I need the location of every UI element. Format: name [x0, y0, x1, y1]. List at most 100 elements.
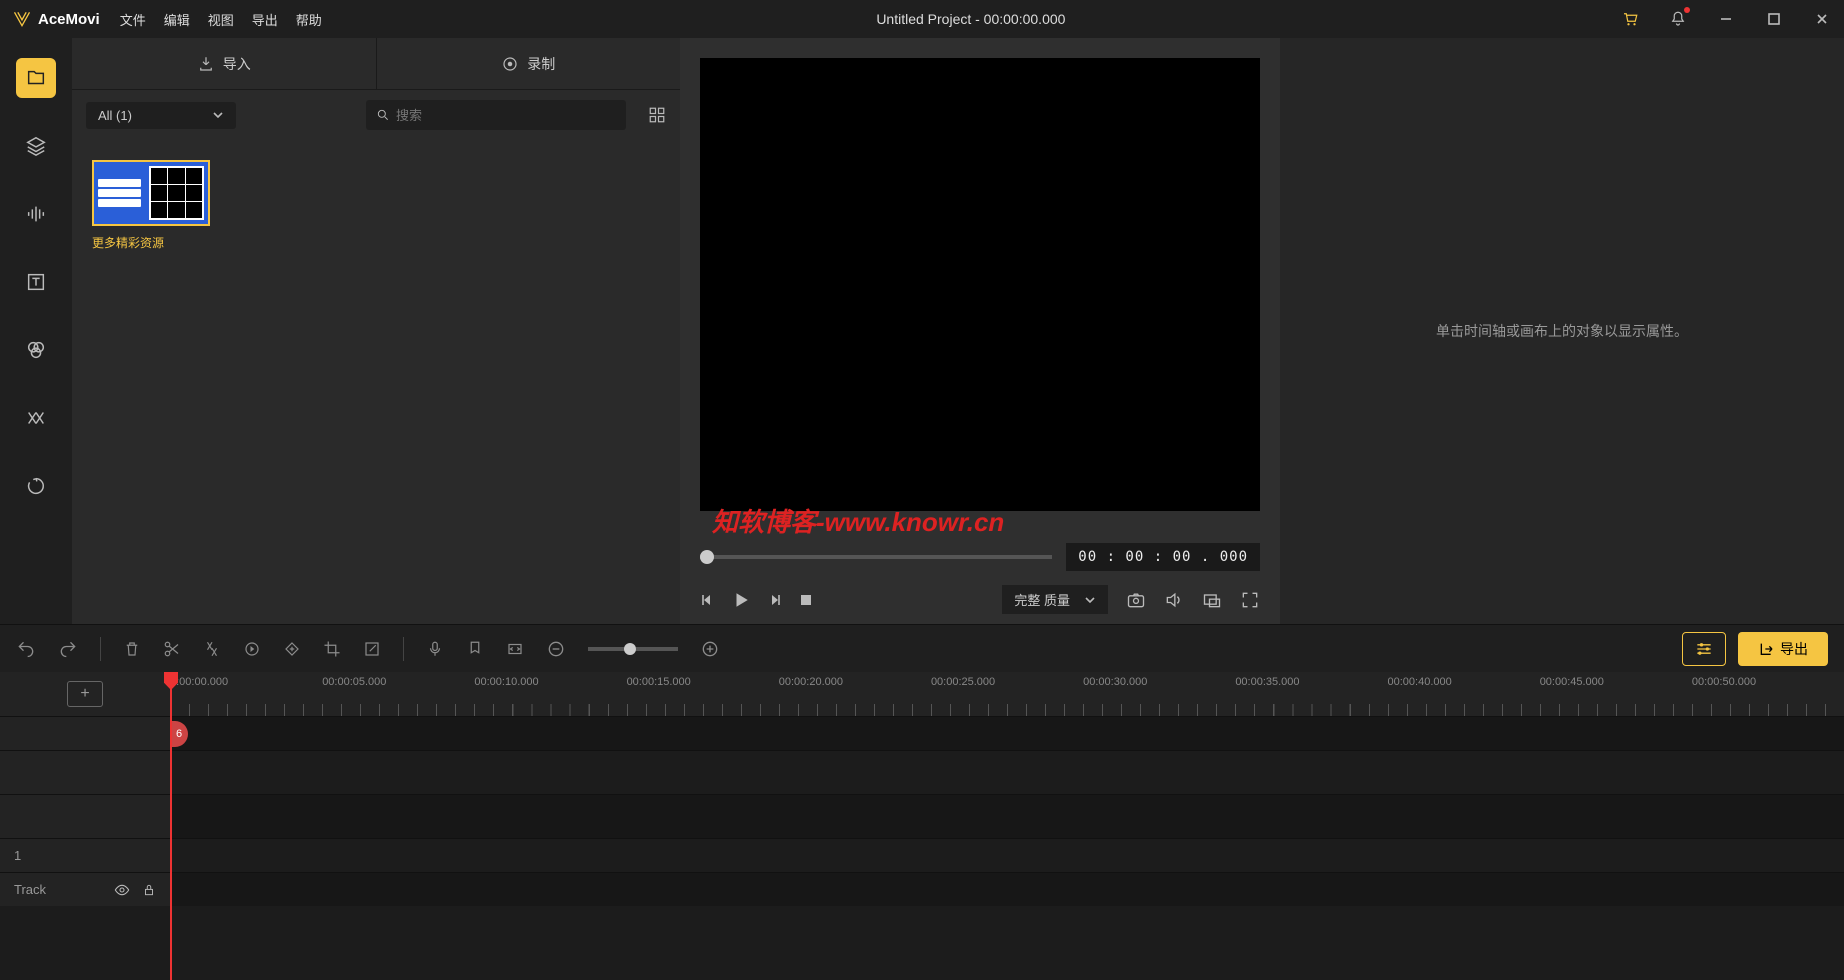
properties-hint: 单击时间轴或画布上的对象以显示属性。	[1406, 320, 1718, 342]
search-box[interactable]	[366, 100, 626, 130]
mic-button[interactable]	[426, 640, 444, 658]
cart-icon[interactable]	[1620, 9, 1640, 29]
volume-icon[interactable]	[1164, 590, 1184, 610]
quality-dropdown[interactable]: 完整 质量	[1002, 585, 1108, 614]
ruler-tick: 00:00:10.000	[474, 672, 626, 716]
quality-label: 完整 质量	[1014, 590, 1070, 609]
media-item[interactable]: 更多精彩资源	[92, 160, 210, 251]
track-row	[0, 794, 1844, 838]
tab-import-label: 导入	[223, 54, 251, 74]
track-label: Track	[14, 882, 46, 897]
ruler-tick: 00:00:20.000	[779, 672, 931, 716]
ruler-tick: 00:00:45.000	[1540, 672, 1692, 716]
menu-file[interactable]: 文件	[120, 10, 146, 29]
chevron-down-icon	[1084, 594, 1096, 606]
ruler-tick: 00:00:25.000	[931, 672, 1083, 716]
snapshot-icon[interactable]	[1126, 590, 1146, 610]
track-row: 1	[0, 838, 1844, 872]
split-button[interactable]	[163, 640, 181, 658]
ruler-tick: 00:00:30.000	[1083, 672, 1235, 716]
time-display: 00 : 00 : 00 . 000	[1066, 543, 1260, 571]
clip-stub[interactable]: 6	[170, 721, 188, 747]
ruler-tick: 00:00:40.000	[1388, 672, 1540, 716]
nav-layers[interactable]	[16, 126, 56, 166]
zoom-out-button[interactable]	[546, 639, 566, 659]
titlebar: AceMovi 文件 编辑 视图 导出 帮助 Untitled Project …	[0, 0, 1844, 38]
menu-view[interactable]: 视图	[208, 10, 234, 29]
export-label: 导出	[1780, 639, 1808, 659]
track-row: Track	[0, 872, 1844, 906]
seek-slider[interactable]	[700, 555, 1052, 559]
ruler-tick: 0:00:00.000	[170, 672, 322, 716]
stop-button[interactable]	[798, 592, 814, 608]
preview-screen[interactable]: 知软博客-www.knowr.cn	[700, 58, 1260, 511]
nav-transitions[interactable]	[16, 398, 56, 438]
marker-button[interactable]	[466, 640, 484, 658]
timeline-settings-button[interactable]	[1682, 632, 1726, 666]
nav-audio[interactable]	[16, 194, 56, 234]
prev-frame-button[interactable]	[700, 592, 716, 608]
nav-animations[interactable]	[16, 466, 56, 506]
ruler-tick: 00:00:15.000	[627, 672, 779, 716]
nav-filters[interactable]	[16, 330, 56, 370]
media-filter-dropdown[interactable]: All (1)	[86, 102, 236, 129]
edit-button[interactable]	[363, 640, 381, 658]
visibility-icon[interactable]	[114, 882, 130, 898]
ruler-tick: 00:00:50.000	[1692, 672, 1844, 716]
keyframe-button[interactable]	[283, 640, 301, 658]
export-button[interactable]: 导出	[1738, 632, 1828, 666]
search-icon	[376, 108, 390, 122]
search-input[interactable]	[396, 108, 616, 123]
nav-media[interactable]	[16, 58, 56, 98]
track-lane[interactable]	[170, 751, 1844, 794]
fit-button[interactable]	[506, 640, 524, 658]
media-filter-label: All (1)	[98, 108, 132, 123]
next-frame-button[interactable]	[766, 592, 782, 608]
timeline-ruler[interactable]: 0:00:00.000 00:00:05.000 00:00:10.000 00…	[170, 672, 1844, 716]
crop-button[interactable]	[323, 640, 341, 658]
menu-help[interactable]: 帮助	[296, 10, 322, 29]
app-logo: AceMovi	[12, 9, 100, 29]
speed-button[interactable]	[203, 640, 221, 658]
track-row: 6	[0, 716, 1844, 750]
undo-button[interactable]	[16, 639, 36, 659]
play-button[interactable]	[732, 591, 750, 609]
maximize-button[interactable]	[1764, 9, 1784, 29]
fullscreen-icon[interactable]	[1240, 590, 1260, 610]
track-lane[interactable]	[170, 873, 1844, 906]
detach-icon[interactable]	[1202, 590, 1222, 610]
zoom-slider[interactable]	[588, 647, 678, 651]
ruler-tick: 00:00:05.000	[322, 672, 474, 716]
nav-text[interactable]	[16, 262, 56, 302]
zoom-in-button[interactable]	[700, 639, 720, 659]
delete-button[interactable]	[123, 640, 141, 658]
app-name: AceMovi	[38, 11, 100, 28]
redo-button[interactable]	[58, 639, 78, 659]
menu-edit[interactable]: 编辑	[164, 10, 190, 29]
grid-view-icon[interactable]	[648, 106, 666, 124]
timeline-toolbar: 导出	[0, 624, 1844, 672]
track-lane[interactable]	[170, 795, 1844, 838]
add-track-button[interactable]: +	[67, 681, 103, 707]
track-lane[interactable]: 6	[170, 717, 1844, 750]
reverse-button[interactable]	[243, 640, 261, 658]
bell-icon[interactable]	[1668, 9, 1688, 29]
timeline: + 0:00:00.000 00:00:05.000 00:00:10.000 …	[0, 672, 1844, 980]
playhead[interactable]	[170, 672, 172, 980]
minimize-button[interactable]	[1716, 9, 1736, 29]
menu-export[interactable]: 导出	[252, 10, 278, 29]
tab-import[interactable]: 导入	[72, 38, 376, 89]
chevron-down-icon	[212, 109, 224, 121]
ruler-tick: 00:00:35.000	[1235, 672, 1387, 716]
tab-record[interactable]: 录制	[376, 38, 681, 89]
watermark-text: 知软博客-www.knowr.cn	[712, 502, 1004, 539]
record-icon	[501, 55, 519, 73]
window-title: Untitled Project - 00:00:00.000	[322, 11, 1620, 27]
lock-icon[interactable]	[142, 883, 156, 897]
media-thumbnail	[92, 160, 210, 226]
media-panel: 导入 录制 All (1) 更多精	[72, 38, 680, 624]
close-button[interactable]	[1812, 9, 1832, 29]
track-lane[interactable]	[170, 839, 1844, 872]
preview-panel: 知软博客-www.knowr.cn 00 : 00 : 00 . 000 完整 …	[680, 38, 1280, 624]
side-nav	[0, 38, 72, 624]
